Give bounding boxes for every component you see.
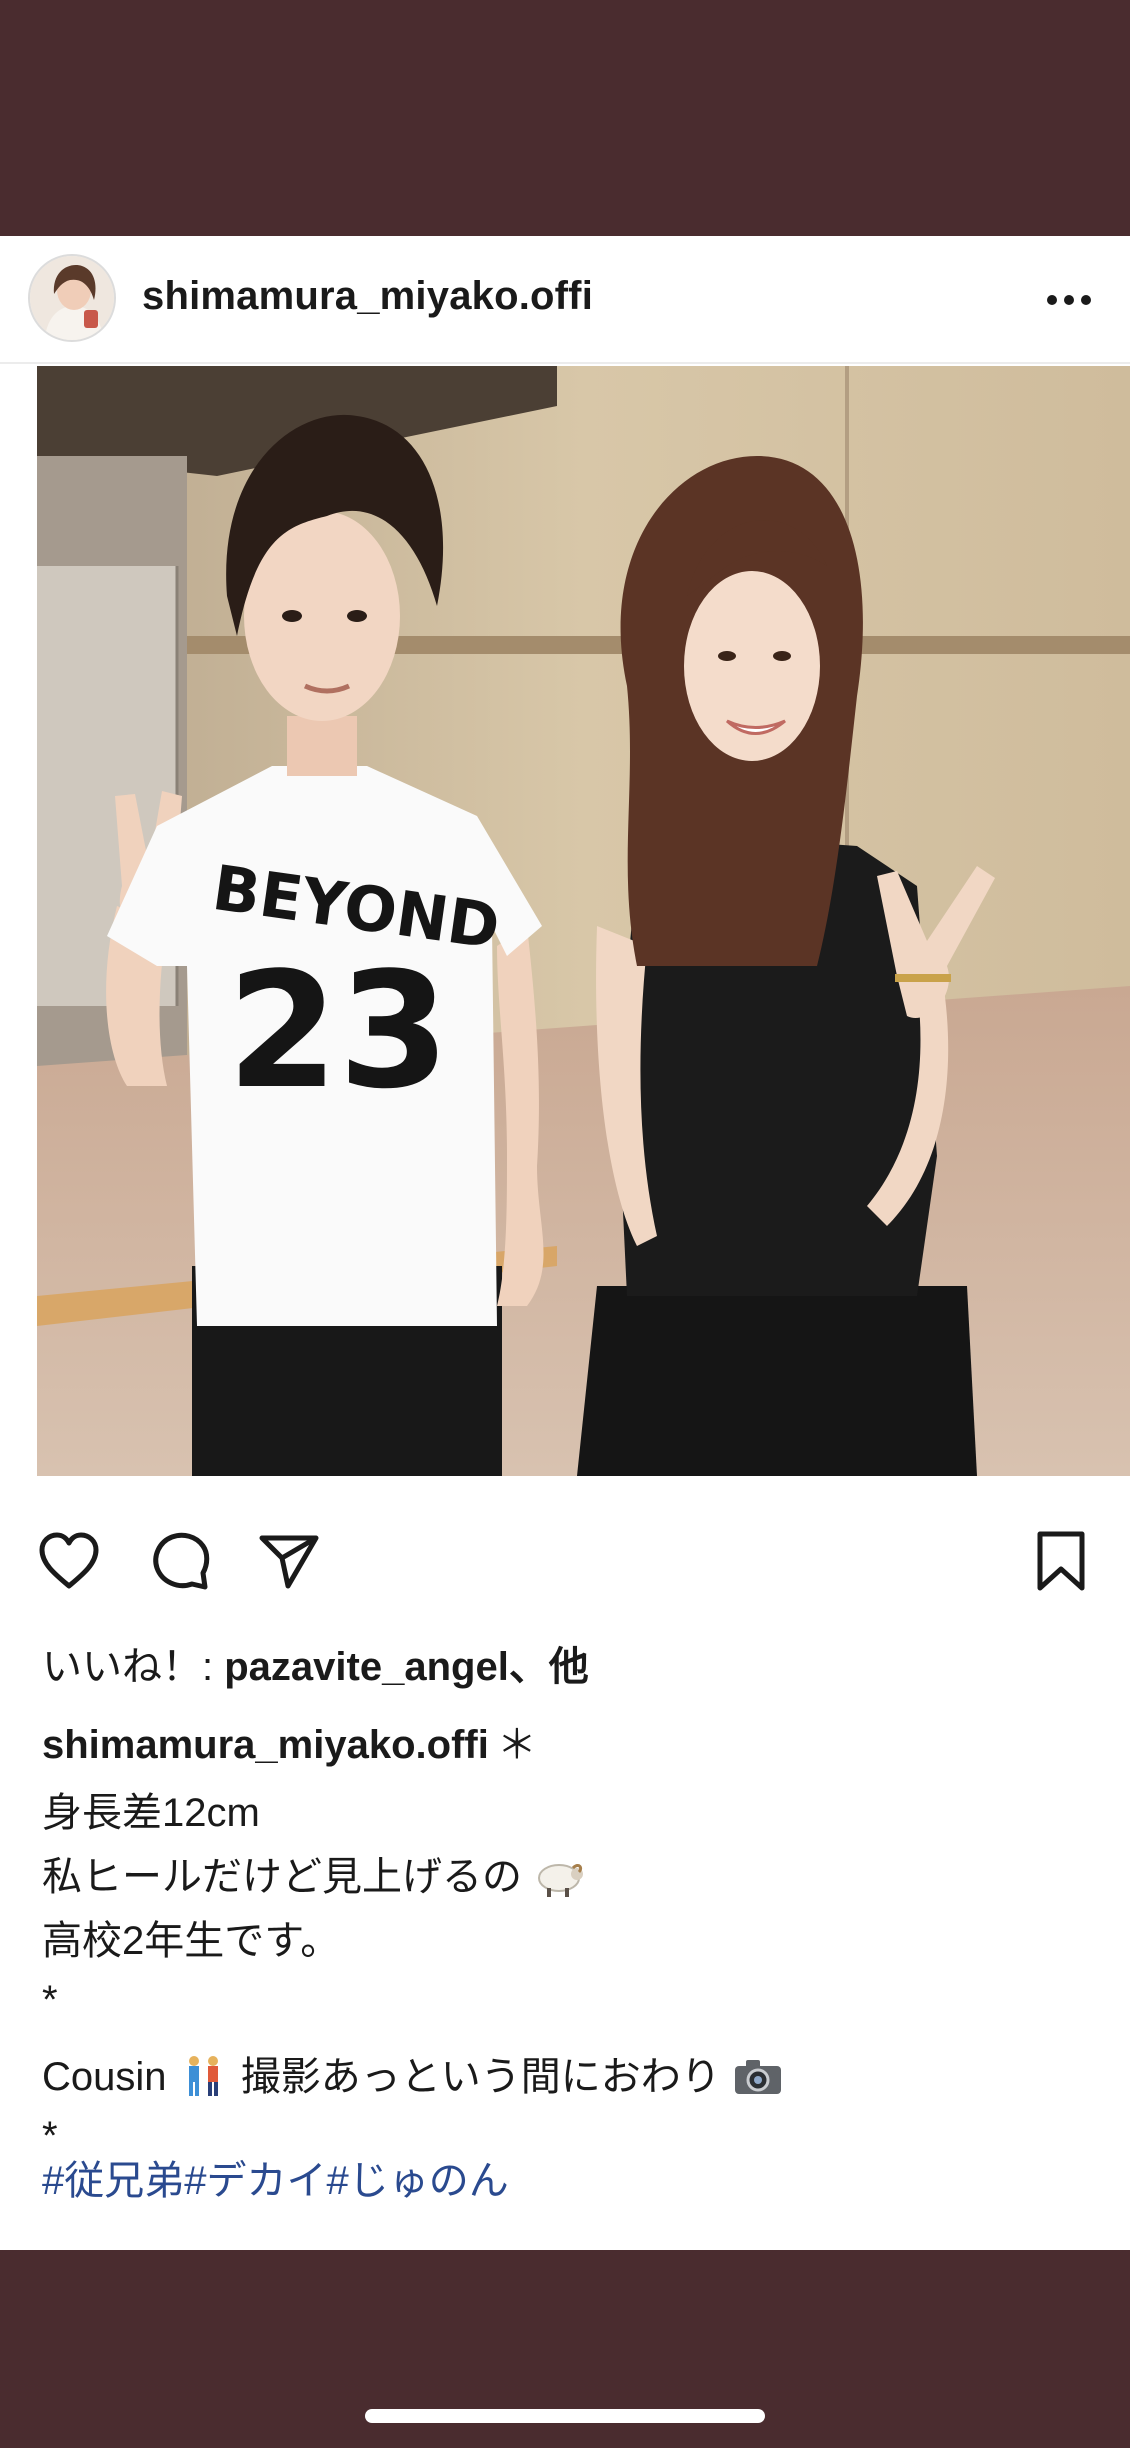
home-indicator[interactable] [365, 2409, 765, 2423]
screen: shimamura_miyako.offi BEYOND 23 いいね！: pa… [0, 0, 1130, 2448]
bookmark-icon[interactable] [1028, 1528, 1094, 1594]
post-action-bar [0, 1528, 1130, 1598]
hashtags-line: #従兄弟#デカイ#じゅのん [42, 2148, 509, 2206]
camera-emoji [734, 2060, 781, 2094]
caption-line-4: * [42, 1978, 58, 2022]
share-icon[interactable] [256, 1528, 322, 1594]
caption-line-2-text: 私ヒールだけど見上げるの [42, 1855, 522, 1899]
profile-avatar[interactable] [28, 254, 116, 342]
hashtag-1[interactable]: #従兄弟 [42, 2159, 184, 2203]
caption-line-1: 身長差12cm [42, 1791, 260, 1835]
likes-user-link[interactable]: pazavite_angel [224, 1645, 509, 1689]
header-username[interactable]: shimamura_miyako.offi [142, 274, 593, 319]
hashtag-3[interactable]: #じゅのん [327, 2159, 509, 2203]
caption-line-3: 高校2年生です。 [42, 1919, 341, 1963]
caption-line-5-text: Cousin [42, 2055, 167, 2099]
caption-line-6-text: 撮影あっという間におわり [240, 2055, 721, 2099]
post-photo[interactable]: BEYOND 23 [37, 366, 1130, 1476]
caption-line-2: 私ヒールだけど見上げるの [42, 1844, 585, 1902]
svg-text:23: 23 [227, 937, 450, 1124]
likes-prefix: いいね！: [42, 1645, 225, 1689]
likes-others[interactable]: 、他 [509, 1645, 589, 1689]
top-background-band [0, 0, 1130, 236]
instagram-post-card: shimamura_miyako.offi BEYOND 23 いいね！: pa… [0, 236, 1130, 2250]
caption-line-5: Cousin 撮影あっという間におわり [42, 2044, 784, 2102]
hashtag-2[interactable]: #デカイ [184, 2159, 326, 2203]
caption-username[interactable]: shimamura_miyako.offi [42, 1723, 489, 1767]
more-icon[interactable] [1044, 288, 1094, 312]
heart-icon[interactable] [36, 1528, 102, 1594]
caption-username-line: shimamura_miyako.offi ＊ [42, 1712, 537, 1770]
couple-emoji [188, 2056, 218, 2096]
post-header: shimamura_miyako.offi [0, 236, 1130, 364]
sheep-emoji [538, 1864, 584, 1897]
comment-icon[interactable] [148, 1528, 214, 1594]
caption-star: ＊ [496, 1723, 537, 1767]
likes-line: いいね！: pazavite_angel、他 [42, 1634, 589, 1692]
